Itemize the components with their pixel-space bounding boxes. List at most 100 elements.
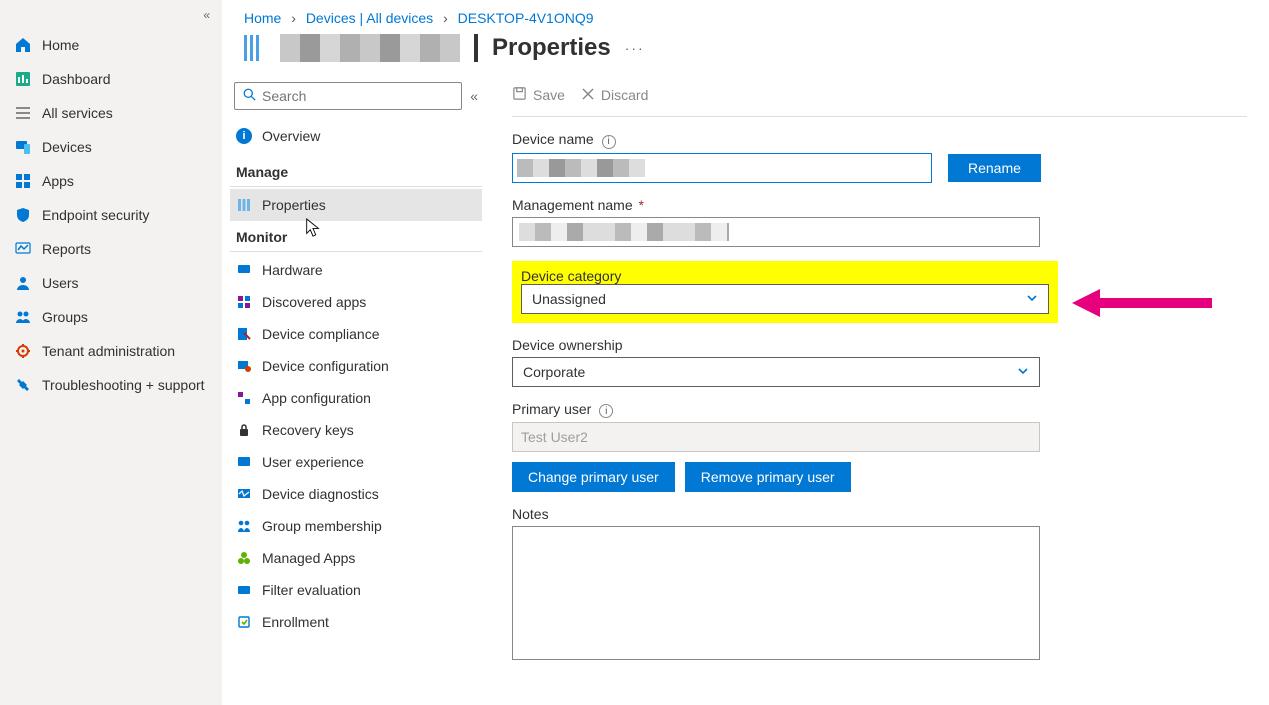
nav-label: Dashboard — [42, 71, 111, 87]
nav-troubleshoot[interactable]: Troubleshooting + support — [0, 368, 222, 402]
menu-device-diagnostics[interactable]: Device diagnostics — [230, 478, 482, 510]
annotation-arrow-icon — [1072, 283, 1212, 323]
home-icon — [14, 36, 32, 54]
device-ownership-value: Corporate — [523, 364, 585, 380]
compliance-icon — [236, 326, 252, 342]
menu-overview[interactable]: i Overview — [230, 120, 482, 156]
hardware-icon — [236, 262, 252, 278]
menu-enrollment[interactable]: Enrollment — [230, 606, 482, 638]
menu-app-configuration[interactable]: App configuration — [230, 382, 482, 414]
resource-menu: « i Overview Manage Properties Monitor H… — [222, 76, 490, 705]
collapse-global-nav-icon[interactable]: « — [203, 8, 210, 22]
section-manage: Manage — [230, 156, 482, 187]
device-ownership-select[interactable]: Corporate — [512, 357, 1040, 387]
filter-evaluation-icon — [236, 582, 252, 598]
close-icon — [581, 87, 595, 104]
nav-label: Reports — [42, 241, 91, 257]
main-content: Save Discard Device name i — [490, 76, 1269, 705]
search-input[interactable] — [262, 88, 453, 104]
menu-recovery-keys[interactable]: Recovery keys — [230, 414, 482, 446]
required-indicator: * — [639, 197, 644, 213]
primary-user-label: Primary user i — [512, 401, 1247, 419]
nav-dashboard[interactable]: Dashboard — [0, 62, 222, 96]
menu-properties[interactable]: Properties — [230, 189, 482, 221]
nav-label: Home — [42, 37, 79, 53]
discard-button[interactable]: Discard — [581, 87, 648, 104]
global-nav: « Home Dashboard All services Devices Ap… — [0, 0, 222, 705]
save-button[interactable]: Save — [512, 86, 565, 104]
groups-icon — [14, 308, 32, 326]
menu-device-compliance[interactable]: Device compliance — [230, 318, 482, 350]
menu-label: Hardware — [262, 262, 323, 278]
nav-apps[interactable]: Apps — [0, 164, 222, 198]
save-label: Save — [533, 87, 565, 103]
apps-icon — [14, 172, 32, 190]
nav-label: Endpoint security — [42, 207, 149, 223]
collapse-resource-menu-icon[interactable]: « — [470, 88, 478, 104]
menu-label: Device compliance — [262, 326, 380, 342]
management-name-label: Management name * — [512, 197, 1247, 213]
search-icon — [243, 88, 256, 104]
discard-label: Discard — [601, 87, 648, 103]
chevron-down-icon — [1026, 291, 1038, 307]
menu-hardware[interactable]: Hardware — [230, 254, 482, 286]
menu-managed-apps[interactable]: Managed Apps — [230, 542, 482, 574]
device-ownership-label: Device ownership — [512, 337, 1247, 353]
dashboard-icon — [14, 70, 32, 88]
device-category-select[interactable]: Unassigned — [521, 284, 1049, 314]
menu-label: Group membership — [262, 518, 382, 534]
nav-tenant-admin[interactable]: Tenant administration — [0, 334, 222, 368]
remove-primary-user-button[interactable]: Remove primary user — [685, 462, 851, 492]
menu-group-membership[interactable]: Group membership — [230, 510, 482, 542]
menu-label: Discovered apps — [262, 294, 366, 310]
menu-label: Properties — [262, 197, 326, 213]
menu-label: User experience — [262, 454, 364, 470]
change-primary-user-button[interactable]: Change primary user — [512, 462, 675, 492]
nav-devices[interactable]: Devices — [0, 130, 222, 164]
breadcrumb-devices[interactable]: Devices | All devices — [306, 10, 433, 26]
properties-icon — [236, 197, 252, 213]
info-icon: i — [236, 128, 252, 144]
nav-label: Groups — [42, 309, 88, 325]
notes-label: Notes — [512, 506, 1247, 522]
menu-label: Managed Apps — [262, 550, 355, 566]
menu-filter-evaluation[interactable]: Filter evaluation — [230, 574, 482, 606]
properties-icon — [244, 35, 266, 61]
management-name-field[interactable] — [512, 217, 1040, 247]
nav-reports[interactable]: Reports — [0, 232, 222, 266]
menu-label: Device configuration — [262, 358, 389, 374]
page-title: Properties — [492, 34, 611, 62]
menu-label: Device diagnostics — [262, 486, 379, 502]
device-category-highlight: Device category Unassigned — [512, 261, 1058, 323]
menu-device-configuration[interactable]: Device configuration — [230, 350, 482, 382]
nav-label: Tenant administration — [42, 343, 175, 359]
chevron-right-icon: › — [291, 10, 296, 26]
endpoint-security-icon — [14, 206, 32, 224]
nav-users[interactable]: Users — [0, 266, 222, 300]
menu-discovered-apps[interactable]: Discovered apps — [230, 286, 482, 318]
breadcrumb-device[interactable]: DESKTOP-4V1ONQ9 — [458, 10, 594, 26]
rename-button[interactable]: Rename — [948, 154, 1041, 182]
breadcrumb-home[interactable]: Home — [244, 10, 281, 26]
device-name-field[interactable] — [512, 153, 932, 183]
menu-label: Filter evaluation — [262, 582, 361, 598]
troubleshoot-icon — [14, 376, 32, 394]
info-icon[interactable]: i — [599, 404, 613, 418]
nav-all-services[interactable]: All services — [0, 96, 222, 130]
nav-endpoint-security[interactable]: Endpoint security — [0, 198, 222, 232]
diagnostics-icon — [236, 486, 252, 502]
nav-home[interactable]: Home — [0, 28, 222, 62]
enrollment-icon — [236, 614, 252, 630]
notes-textarea[interactable] — [512, 526, 1040, 660]
tenant-admin-icon — [14, 342, 32, 360]
nav-label: Users — [42, 275, 79, 291]
resource-menu-search[interactable] — [234, 82, 462, 110]
info-icon[interactable]: i — [602, 135, 616, 149]
nav-label: Devices — [42, 139, 92, 155]
nav-label: Troubleshooting + support — [42, 377, 205, 393]
device-name-redacted — [280, 34, 460, 62]
menu-user-experience[interactable]: User experience — [230, 446, 482, 478]
nav-groups[interactable]: Groups — [0, 300, 222, 334]
more-actions-icon[interactable]: ··· — [625, 40, 645, 56]
nav-label: All services — [42, 105, 113, 121]
